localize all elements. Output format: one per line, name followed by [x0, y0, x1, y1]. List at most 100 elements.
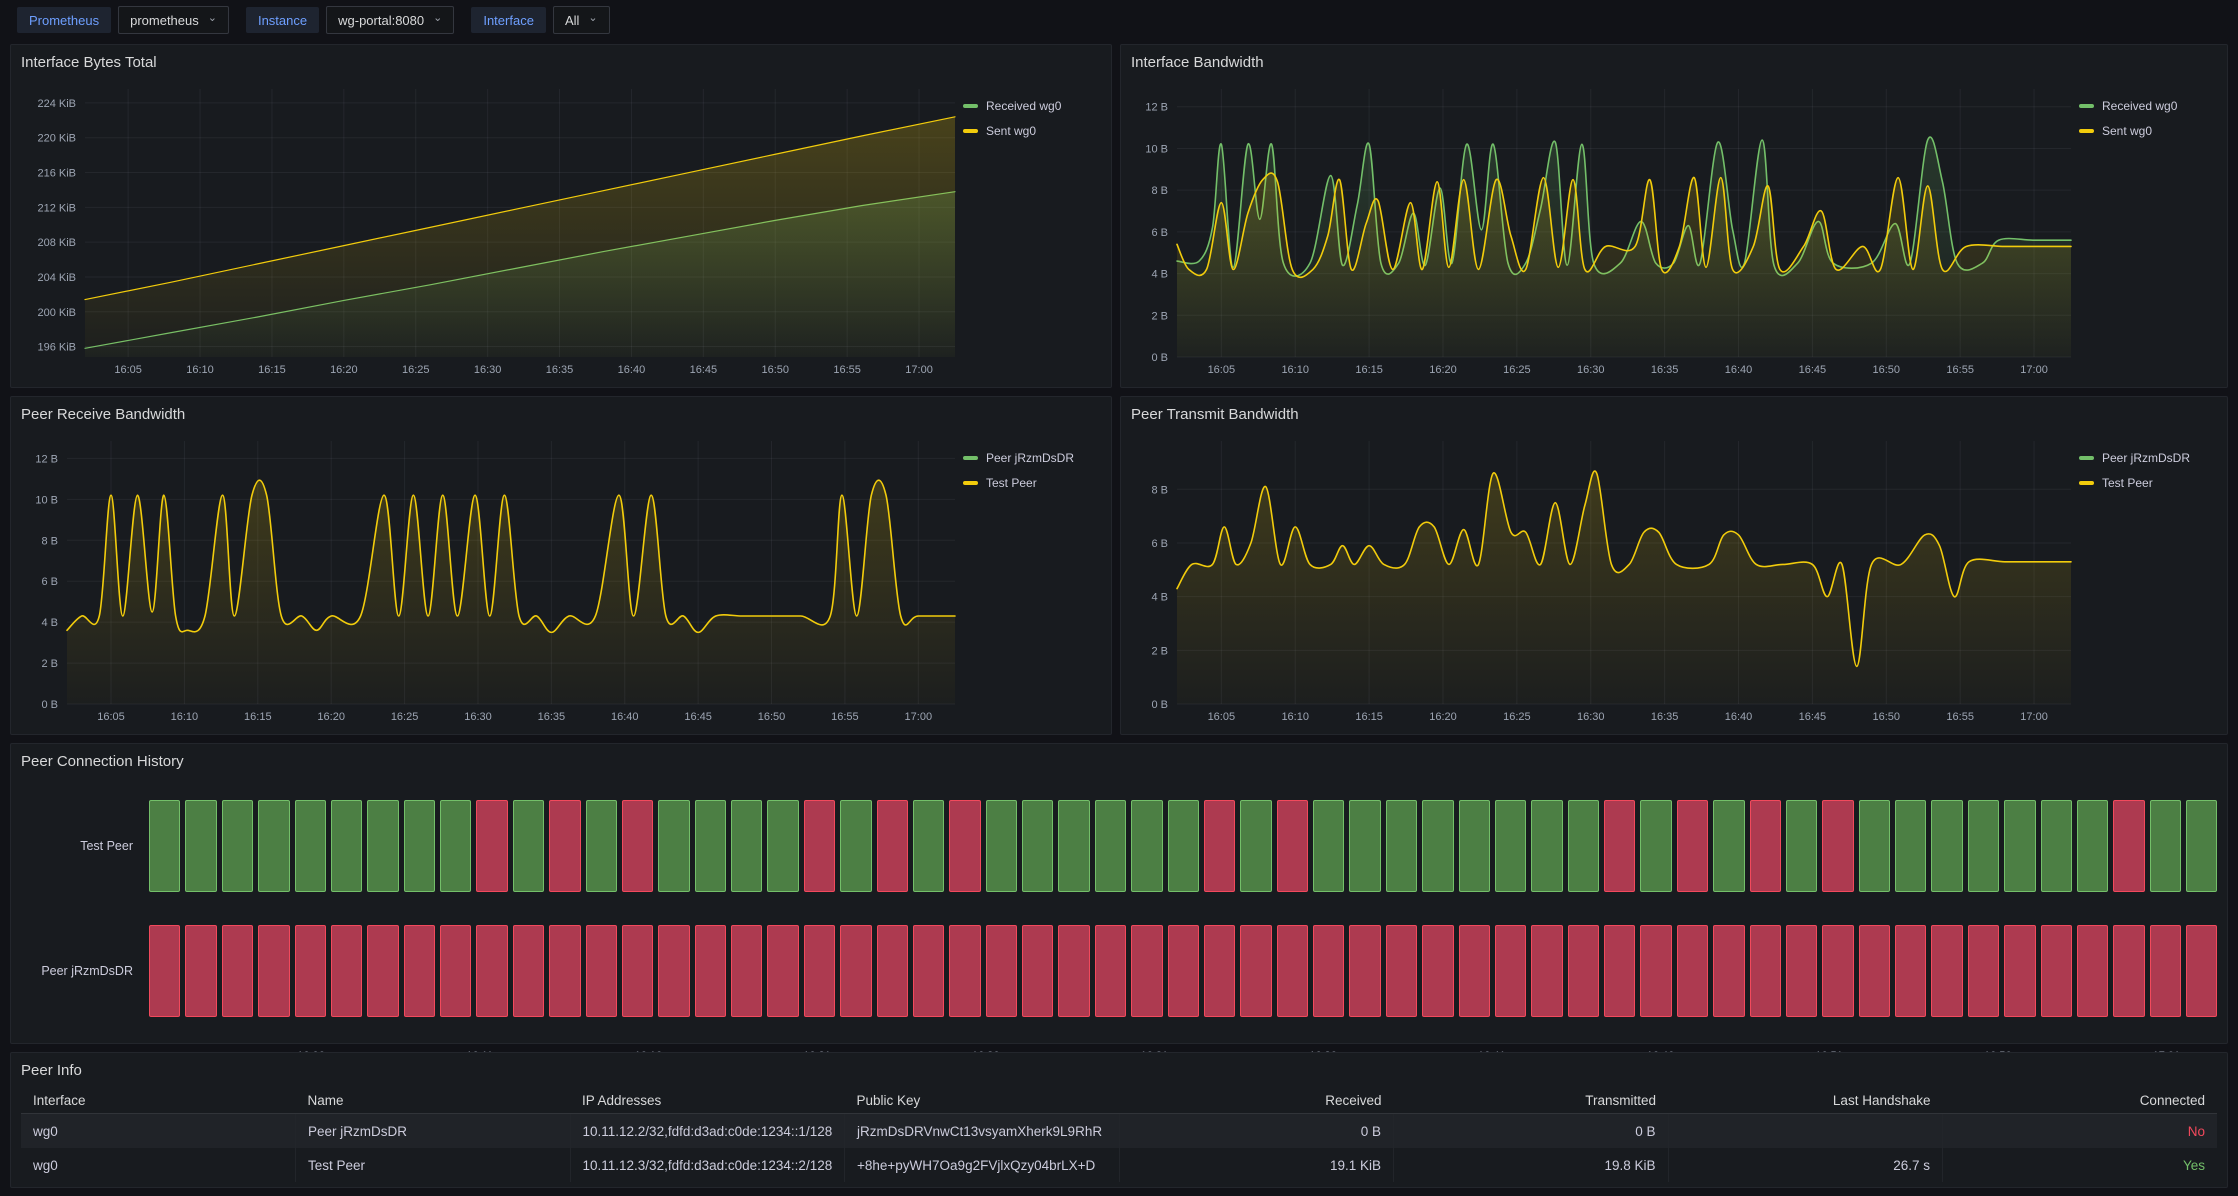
y-axis-tick: 224 KiB	[37, 98, 76, 110]
legend-item[interactable]: Test Peer	[2079, 476, 2153, 490]
y-axis-tick: 12 B	[35, 453, 58, 465]
variable-group-instance: Instance wg-portal:8080 ⌄	[246, 6, 454, 34]
y-axis-tick: 10 B	[1145, 143, 1168, 155]
status-bar-disconnected	[149, 925, 180, 1017]
table-cell: 0 B	[1394, 1114, 1669, 1149]
status-bar-disconnected	[1204, 925, 1235, 1017]
x-axis-tick: 16:05	[97, 711, 125, 723]
chart-canvas[interactable]: 16:0516:1016:1516:2016:2516:3016:3516:40…	[1131, 431, 2079, 726]
column-header[interactable]: Public Key	[845, 1087, 1120, 1114]
legend-item[interactable]: Received wg0	[963, 99, 1061, 113]
column-header[interactable]: Received	[1119, 1087, 1394, 1114]
panel-title[interactable]: Peer Transmit Bandwidth	[1131, 405, 2217, 425]
status-history[interactable]: Test PeerPeer jRzmDsDR16:0616:1116:1616:…	[21, 800, 2217, 1057]
status-bar-disconnected	[658, 925, 689, 1017]
chart-legend: Received wg0 Sent wg0	[2079, 79, 2217, 379]
table-cell: 19.1 KiB	[1119, 1148, 1394, 1182]
chevron-down-icon: ⌄	[588, 13, 597, 23]
y-axis-tick: 200 KiB	[37, 307, 76, 319]
status-bar-connected	[513, 800, 544, 892]
panel-peer-transmit-bandwidth: Peer Transmit Bandwidth 16:0516:1016:151…	[1120, 396, 2228, 735]
status-bar-disconnected	[367, 925, 398, 1017]
y-axis-tick: 0 B	[1151, 352, 1168, 364]
status-bar-disconnected	[1604, 925, 1635, 1017]
status-bar-disconnected	[1459, 925, 1490, 1017]
legend-label: Received wg0	[986, 99, 1061, 113]
status-bar-disconnected	[1240, 925, 1271, 1017]
legend-label: Peer jRzmDsDR	[2102, 451, 2190, 465]
status-bar-connected	[1495, 800, 1526, 892]
x-axis-tick: 16:15	[1355, 711, 1383, 723]
column-header[interactable]: Connected	[1943, 1087, 2218, 1114]
column-header[interactable]: Transmitted	[1394, 1087, 1669, 1114]
status-bar-disconnected	[949, 800, 980, 892]
timeseries-svg: 16:0516:1016:1516:2016:2516:3016:3516:40…	[21, 431, 963, 726]
status-bar-connected	[2041, 800, 2072, 892]
x-axis-tick: 16:50	[758, 711, 786, 723]
variable-select-interface[interactable]: All ⌄	[553, 6, 610, 34]
status-bar-connected	[1386, 800, 1417, 892]
y-axis-tick: 8 B	[1151, 484, 1168, 496]
y-axis-tick: 12 B	[1145, 102, 1168, 114]
status-bar-disconnected	[1058, 925, 1089, 1017]
chart-canvas[interactable]: 16:0516:1016:1516:2016:2516:3016:3516:40…	[1131, 79, 2079, 379]
status-bar-disconnected	[513, 925, 544, 1017]
y-axis-tick: 2 B	[1151, 310, 1168, 322]
x-axis-tick: 16:15	[1355, 364, 1383, 376]
status-bar-disconnected	[1677, 800, 1708, 892]
legend-item[interactable]: Sent wg0	[2079, 124, 2152, 138]
x-axis-tick: 16:25	[402, 364, 430, 376]
status-bar-connected	[2004, 800, 2035, 892]
chart-canvas[interactable]: 16:0516:1016:1516:2016:2516:3016:3516:40…	[21, 79, 963, 379]
legend-swatch	[2079, 129, 2094, 133]
status-history-track	[149, 925, 2217, 1017]
status-bar-disconnected	[404, 925, 435, 1017]
legend-item[interactable]: Test Peer	[963, 476, 1037, 490]
status-bar-disconnected	[804, 925, 835, 1017]
legend-item[interactable]: Received wg0	[2079, 99, 2177, 113]
legend-item[interactable]: Peer jRzmDsDR	[2079, 451, 2190, 465]
x-axis-tick: 17:00	[2020, 711, 2048, 723]
x-axis-tick: 16:55	[831, 711, 859, 723]
panel-title[interactable]: Peer Connection History	[21, 752, 2217, 772]
chart-canvas[interactable]: 16:0516:1016:1516:2016:2516:3016:3516:40…	[21, 431, 963, 726]
panel-title[interactable]: Peer Receive Bandwidth	[21, 405, 1101, 425]
panel-title[interactable]: Interface Bandwidth	[1131, 53, 2217, 73]
chart-legend: Peer jRzmDsDR Test Peer	[2079, 431, 2217, 726]
x-axis-tick: 17:00	[905, 364, 933, 376]
status-bar-disconnected	[222, 925, 253, 1017]
status-bar-connected	[1349, 800, 1380, 892]
variable-label-prometheus: Prometheus	[17, 7, 111, 33]
status-bar-connected	[258, 800, 289, 892]
legend-item[interactable]: Sent wg0	[963, 124, 1036, 138]
status-bar-disconnected	[1531, 925, 1562, 1017]
x-axis-tick: 16:35	[538, 711, 566, 723]
x-axis-tick: 16:55	[1946, 364, 1974, 376]
panel-title[interactable]: Interface Bytes Total	[21, 53, 1101, 73]
x-axis-tick: 16:45	[690, 364, 718, 376]
variable-select-prometheus[interactable]: prometheus ⌄	[118, 6, 229, 34]
y-axis-tick: 0 B	[1151, 699, 1168, 711]
column-header[interactable]: Last Handshake	[1668, 1087, 1943, 1114]
status-history-rows: Test PeerPeer jRzmDsDR	[21, 800, 2217, 1017]
status-bar-connected	[840, 800, 871, 892]
legend-swatch	[2079, 104, 2094, 108]
table-row: wg0Test Peer10.11.12.3/32,fdfd:d3ad:c0de…	[21, 1148, 2217, 1182]
column-header[interactable]: Interface	[21, 1087, 296, 1114]
column-header[interactable]: Name	[296, 1087, 571, 1114]
status-bar-disconnected	[1640, 925, 1671, 1017]
status-bar-disconnected	[2077, 925, 2108, 1017]
status-bar-connected	[1459, 800, 1490, 892]
status-bar-disconnected	[2004, 925, 2035, 1017]
x-axis-tick: 16:55	[1946, 711, 1974, 723]
status-bar-connected	[149, 800, 180, 892]
column-header[interactable]: IP Addresses	[570, 1087, 845, 1114]
legend-item[interactable]: Peer jRzmDsDR	[963, 451, 1074, 465]
table-cell: 10.11.12.2/32,fdfd:d3ad:c0de:1234::1/128	[570, 1114, 845, 1149]
panel-title[interactable]: Peer Info	[21, 1061, 2217, 1081]
status-bar-disconnected	[258, 925, 289, 1017]
variable-select-instance[interactable]: wg-portal:8080 ⌄	[326, 6, 454, 34]
x-axis-tick: 16:45	[1799, 711, 1827, 723]
chevron-down-icon: ⌄	[208, 13, 217, 23]
status-bar-disconnected	[1750, 800, 1781, 892]
